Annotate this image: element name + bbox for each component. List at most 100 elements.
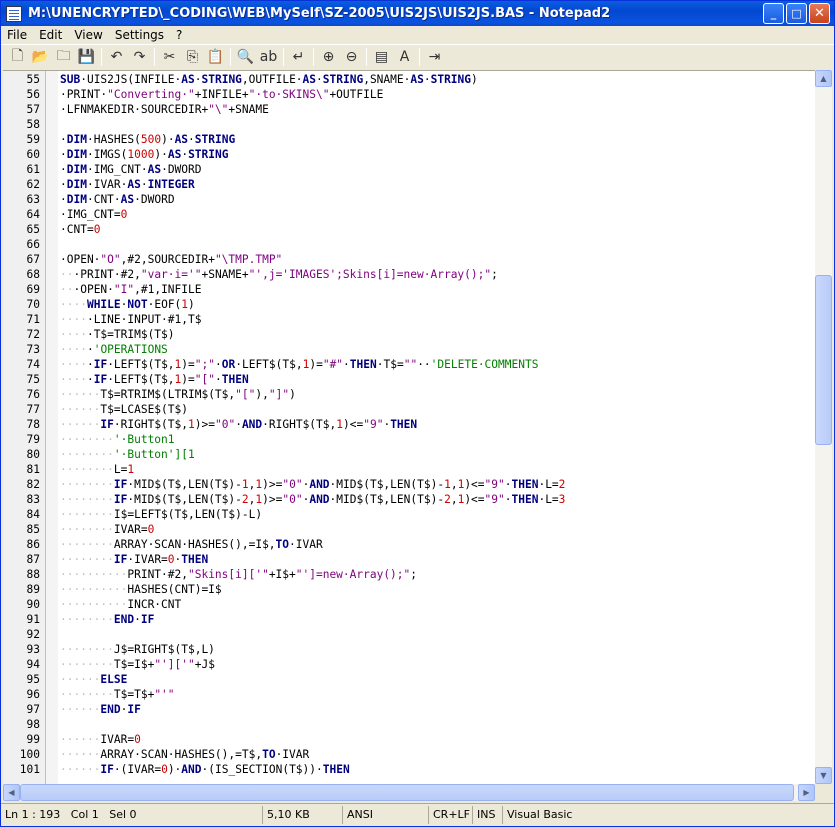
menu-help[interactable]: ? <box>170 28 188 42</box>
zoom-in-icon[interactable]: ⊕ <box>317 46 340 68</box>
code-line[interactable]: 68 ···PRINT·#2,"var·i='"+SNAME+"',j='IMAG… <box>3 267 815 282</box>
line-number: 76 <box>26 388 40 401</box>
code-line[interactable]: 70 ····WHILE·NOT·EOF(1) <box>3 297 815 312</box>
string-token: "[" <box>194 373 215 386</box>
code-line[interactable]: 85 ········IVAR=0 <box>3 522 815 537</box>
scroll-up-button[interactable]: ▲ <box>815 70 832 87</box>
code-line[interactable]: 72 ·····T$=TRIM$(T$) <box>3 327 815 342</box>
zoom-out-icon[interactable]: ⊖ <box>340 46 363 68</box>
replace-icon[interactable]: ab <box>257 46 280 68</box>
code-line[interactable]: 55 SUB·UIS2JS(INFILE·AS·STRING,OUTFILE·AS… <box>3 72 815 87</box>
code-line[interactable]: 82 ········IF·MID$(T$,LEN(T$)-1,1)>="0"·A… <box>3 477 815 492</box>
word-wrap-icon[interactable]: ↵ <box>287 46 310 68</box>
code-line[interactable]: 92 <box>3 627 815 642</box>
number-token: 2 <box>241 493 249 506</box>
code-line[interactable]: 79 ········'·Button1 <box>3 432 815 447</box>
code-line[interactable]: 74 ·····IF·LEFT$(T$,1)=";"·OR·LEFT$(T$,1)… <box>3 357 815 372</box>
code-line[interactable]: 61 ·DIM·IMG_CNT·AS·DWORD <box>3 162 815 177</box>
code-line[interactable]: 86 ········ARRAY·SCAN·HASHES(),=I$,TO·IVA… <box>3 537 815 552</box>
open-file-icon[interactable]: 📂 <box>29 46 52 68</box>
status-line-endings[interactable]: CR+LF <box>429 806 473 824</box>
menu-settings[interactable]: Settings <box>109 28 170 42</box>
code-line[interactable]: 95 ······ELSE <box>3 672 815 687</box>
code-line[interactable]: 81 ········L=1 <box>3 462 815 477</box>
close-button[interactable]: ✕ <box>809 3 830 24</box>
code-line[interactable]: 96 ········T$=T$+"'" <box>3 687 815 702</box>
code-token: · <box>215 373 222 386</box>
find-icon[interactable]: 🔍 <box>234 46 257 68</box>
undo-icon[interactable]: ↶ <box>105 46 128 68</box>
menu-edit[interactable]: Edit <box>33 28 68 42</box>
title-bar[interactable]: M:\UNENCRYPTED\_CODING\WEB\MySelf\SZ-200… <box>1 1 834 26</box>
vertical-scrollbar[interactable]: ▲ ▼ <box>815 70 832 784</box>
code-line[interactable]: 88 ··········PRINT·#2,"Skins[i]['"+I$+"']… <box>3 567 815 582</box>
code-line[interactable]: 90 ··········INCR·CNT <box>3 597 815 612</box>
menu-file[interactable]: File <box>1 28 33 42</box>
scheme-icon[interactable]: ▤ <box>370 46 393 68</box>
horizontal-scrollbar[interactable]: ◀ ▶ <box>3 784 815 801</box>
code-line[interactable]: 60 ·DIM·IMGS(1000)·AS·STRING <box>3 147 815 162</box>
code-line[interactable]: 87 ········IF·IVAR=0·THEN <box>3 552 815 567</box>
code-line[interactable]: 97 ······END·IF <box>3 702 815 717</box>
exit-icon[interactable]: ⇥ <box>423 46 446 68</box>
status-encoding[interactable]: ANSI <box>343 806 429 824</box>
scroll-down-button[interactable]: ▼ <box>815 767 832 784</box>
code-line[interactable]: 99 ······IVAR=0 <box>3 732 815 747</box>
code-line[interactable]: 66 <box>3 237 815 252</box>
code-line[interactable]: 77 ······T$=LCASE$(T$) <box>3 402 815 417</box>
code-editor[interactable]: 55 SUB·UIS2JS(INFILE·AS·STRING,OUTFILE·AS… <box>3 70 815 784</box>
maximize-button[interactable]: □ <box>786 3 807 24</box>
horizontal-scroll-thumb[interactable] <box>20 784 794 801</box>
browse-icon[interactable]: 🗀 <box>52 46 75 68</box>
code-line[interactable]: 67 ·OPEN·"O",#2,SOURCEDIR+"\TMP.TMP" <box>3 252 815 267</box>
code-line[interactable]: 58 <box>3 117 815 132</box>
number-token: 0 <box>134 733 141 746</box>
code-line[interactable]: 83 ········IF·MID$(T$,LEN(T$)-2,1)>="0"·A… <box>3 492 815 507</box>
code-token: +J$ <box>194 658 215 671</box>
cut-icon[interactable]: ✂ <box>158 46 181 68</box>
code-line[interactable]: 91 ········END·IF <box>3 612 815 627</box>
code-line[interactable]: 57 ·LFNMAKEDIR·SOURCEDIR+"\"+SNAME <box>3 102 815 117</box>
status-lexer[interactable]: Visual Basic <box>503 806 623 824</box>
save-icon[interactable]: 💾 <box>75 46 98 68</box>
paste-icon[interactable]: 📋 <box>204 46 227 68</box>
code-line[interactable]: 84 ········I$=LEFT$(T$,LEN(T$)-L) <box>3 507 815 522</box>
keyword-token: AS <box>127 178 141 191</box>
code-line[interactable]: 75 ·····IF·LEFT$(T$,1)="["·THEN <box>3 372 815 387</box>
code-line[interactable]: 100 ······ARRAY·SCAN·HASHES(),=T$,TO·IVAR <box>3 747 815 762</box>
code-line[interactable]: 71 ·····LINE·INPUT·#1,T$ <box>3 312 815 327</box>
menu-view[interactable]: View <box>68 28 108 42</box>
code-token: ·T$= <box>376 358 404 371</box>
keyword-token: INTEGER <box>147 178 195 191</box>
code-token: ·LFNMAKEDIR·SOURCEDIR+ <box>60 103 209 116</box>
minimize-button[interactable]: _ <box>763 3 784 24</box>
code-line[interactable]: 65 ·CNT=0 <box>3 222 815 237</box>
code-line[interactable]: 93 ········J$=RIGHT$(T$,L) <box>3 642 815 657</box>
new-file-icon[interactable]: 🗋 <box>6 46 29 68</box>
scroll-right-button[interactable]: ▶ <box>798 784 815 801</box>
code-line[interactable]: 73 ·····'OPERATIONS <box>3 342 815 357</box>
font-icon[interactable]: A <box>393 46 416 68</box>
vertical-scroll-thumb[interactable] <box>815 275 832 445</box>
code-token: T$=LCASE$(T$) <box>100 403 188 416</box>
notepad-app-icon[interactable] <box>6 5 22 22</box>
keyword-token: AS <box>167 148 182 161</box>
code-line[interactable]: 59 ·DIM·HASHES(500)·AS·STRING <box>3 132 815 147</box>
redo-icon[interactable]: ↷ <box>128 46 151 68</box>
code-line[interactable]: 80 ········'·Button'][1 <box>3 447 815 462</box>
line-code: ········'·Button1 <box>60 432 175 447</box>
code-line[interactable]: 98 <box>3 717 815 732</box>
code-line[interactable]: 69 ···OPEN·"I",#1,INFILE <box>3 282 815 297</box>
code-line[interactable]: 76 ······T$=RTRIM$(LTRIM$(T$,"["),"]") <box>3 387 815 402</box>
code-line[interactable]: 78 ······IF·RIGHT$(T$,1)>="0"·AND·RIGHT$(… <box>3 417 815 432</box>
code-line[interactable]: 56 ·PRINT·"Converting·"+INFILE+"·to·SKINS… <box>3 87 815 102</box>
code-line[interactable]: 63 ·DIM·CNT·AS·DWORD <box>3 192 815 207</box>
code-line[interactable]: 101 ······IF·(IVAR=0)·AND·(IS_SECTION(T$)… <box>3 762 815 777</box>
code-line[interactable]: 94 ········T$=I$+"']['"+J$ <box>3 657 815 672</box>
code-line[interactable]: 89 ··········HASHES(CNT)=I$ <box>3 582 815 597</box>
code-line[interactable]: 62 ·DIM·IVAR·AS·INTEGER <box>3 177 815 192</box>
string-token: "9" <box>484 493 505 506</box>
code-line[interactable]: 64 ·IMG_CNT=0 <box>3 207 815 222</box>
scroll-left-button[interactable]: ◀ <box>3 784 20 801</box>
copy-icon[interactable]: ⎘ <box>181 46 204 68</box>
